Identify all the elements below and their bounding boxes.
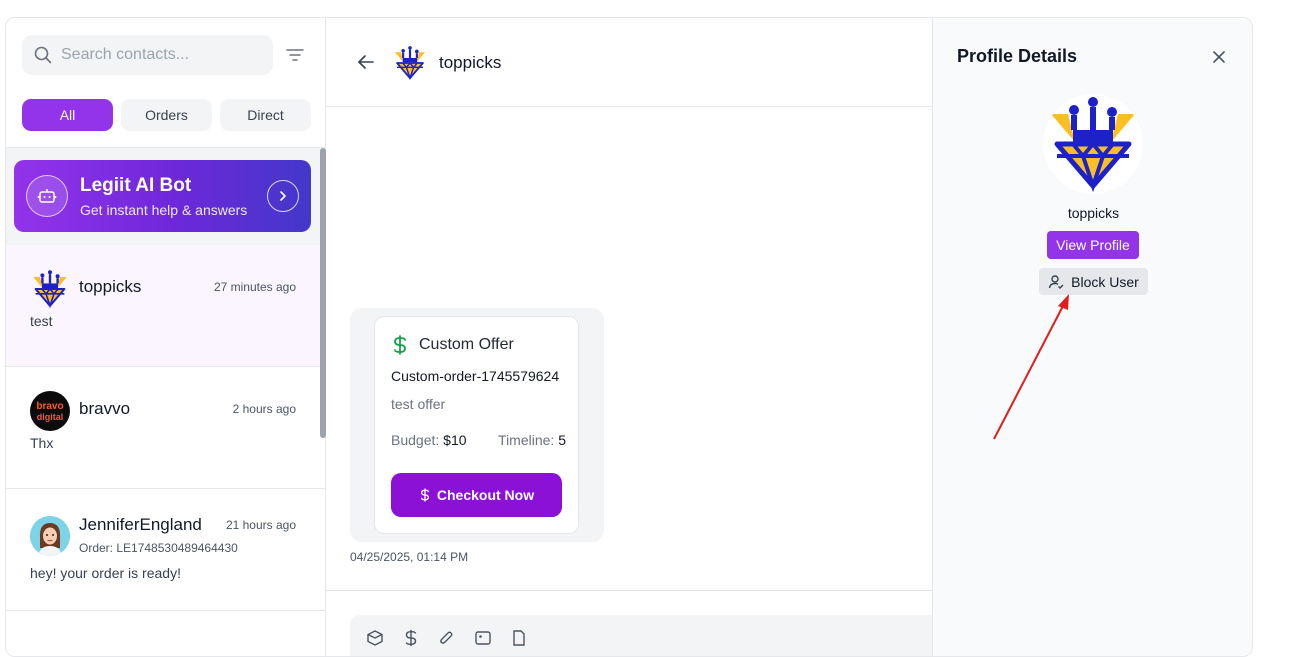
offer-title: Custom Offer	[419, 336, 514, 353]
dollar-icon	[394, 335, 406, 355]
avatar: bravo digital	[30, 391, 70, 431]
checkout-label: Checkout Now	[436, 487, 535, 503]
robot-icon	[26, 175, 68, 217]
message-bubble: Custom Offer Custom-order-1745579624 tes…	[350, 308, 604, 542]
budget-value: $10	[443, 432, 467, 448]
timeline-value: 5	[558, 432, 566, 448]
conversation-item-toppicks[interactable]: toppicks 27 minutes ago test	[6, 245, 326, 367]
offer-budget: Budget: $10	[391, 432, 467, 448]
block-user-label: Block User	[1071, 273, 1139, 290]
conversation-item-jenniferengland[interactable]: JenniferEngland 21 hours ago Order: LE17…	[6, 489, 326, 611]
panel-title: Profile Details	[957, 46, 1078, 66]
profile-details-panel: Profile Details toppicks View Profile Bl…	[932, 18, 1252, 656]
tab-direct[interactable]: Direct	[220, 99, 311, 131]
block-user-button[interactable]: Block User	[1039, 268, 1148, 295]
close-icon[interactable]	[1211, 49, 1227, 65]
ai-bot-card[interactable]: Legiit AI Bot Get instant help & answers	[14, 160, 311, 232]
conversation-item-bravvo[interactable]: bravo digital bravvo 2 hours ago Thx	[6, 367, 326, 489]
dollar-icon[interactable]	[402, 629, 420, 647]
view-profile-button[interactable]: View Profile	[1047, 231, 1139, 259]
chat-header: toppicks	[326, 18, 932, 107]
conversation-list: Legiit AI Bot Get instant help & answers	[6, 148, 326, 656]
package-icon[interactable]	[366, 629, 384, 647]
contact-avatar	[394, 46, 426, 81]
search-box[interactable]	[22, 35, 273, 75]
last-message: Thx	[30, 435, 54, 451]
attachment-icon[interactable]	[438, 629, 456, 647]
messaging-app: All Orders Direct Legiit AI Bot Get inst…	[5, 17, 1253, 657]
chat-contact-name: toppicks	[439, 53, 502, 72]
contact-name: bravvo	[79, 399, 131, 418]
bot-section: Legiit AI Bot Get instant help & answers	[6, 148, 326, 245]
offer-timeline: Timeline: 5	[498, 432, 566, 448]
contact-name: toppicks	[79, 277, 142, 296]
message-timestamp: 04/25/2025, 01:14 PM	[350, 550, 469, 564]
search-input[interactable]	[61, 46, 261, 64]
checkout-now-button[interactable]: Checkout Now	[391, 473, 562, 517]
bot-title: Legiit AI Bot	[80, 175, 192, 196]
profile-avatar	[1043, 94, 1143, 194]
profile-name: toppicks	[1067, 205, 1120, 221]
svg-text:bravo: bravo	[36, 401, 63, 412]
divider	[326, 590, 932, 591]
bot-subtitle: Get instant help & answers	[80, 202, 248, 218]
contacts-sidebar: All Orders Direct Legiit AI Bot Get inst…	[6, 18, 326, 656]
custom-offer-card: Custom Offer Custom-order-1745579624 tes…	[374, 316, 579, 534]
conversation-time: 2 hours ago	[232, 402, 296, 416]
last-message: test	[30, 313, 53, 329]
dollar-icon	[420, 488, 429, 502]
svg-text:digital: digital	[37, 412, 64, 422]
contact-name: JenniferEngland	[79, 515, 202, 534]
tab-orders[interactable]: Orders	[121, 99, 212, 131]
order-number: Order: LE1748530489464430	[79, 541, 238, 555]
back-arrow-icon[interactable]	[357, 54, 375, 70]
offer-meta: Budget: $10 Timeline: 5	[391, 432, 566, 448]
message-composer	[350, 615, 950, 656]
tab-all[interactable]: All	[22, 99, 113, 131]
chevron-right-icon[interactable]	[267, 180, 299, 212]
document-icon[interactable]	[510, 629, 528, 647]
offer-description: test offer	[391, 396, 446, 412]
conversation-time: 21 hours ago	[225, 518, 296, 532]
last-message: hey! your order is ready!	[30, 565, 181, 581]
avatar	[30, 516, 70, 556]
conversation-time: 27 minutes ago	[213, 280, 296, 294]
offer-order-id: Custom-order-1745579624	[391, 368, 560, 384]
image-icon[interactable]	[474, 629, 492, 647]
filter-tabs: All Orders Direct	[22, 99, 311, 131]
chat-panel: toppicks Custom Offer Custom-order-17455…	[326, 18, 950, 656]
user-block-icon	[1048, 274, 1064, 289]
filter-icon[interactable]	[285, 46, 305, 64]
avatar	[30, 269, 70, 309]
search-icon	[34, 46, 52, 64]
